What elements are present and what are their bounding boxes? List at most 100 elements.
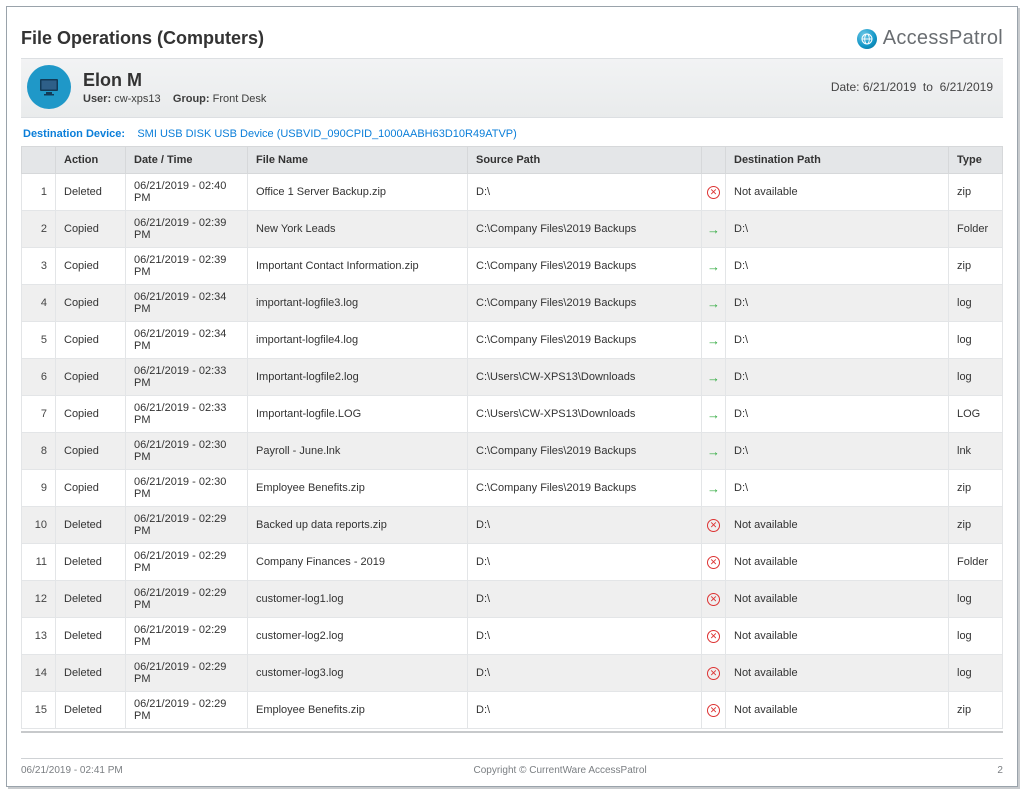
cell-type: zip xyxy=(949,470,1003,507)
cell-datetime: 06/21/2019 - 02:34 PM xyxy=(126,285,248,322)
cell-action: Deleted xyxy=(56,655,126,692)
cell-datetime: 06/21/2019 - 02:33 PM xyxy=(126,396,248,433)
cell-datetime: 06/21/2019 - 02:30 PM xyxy=(126,433,248,470)
deny-icon: ✕ xyxy=(707,519,720,532)
cell-source: C:\Company Files\2019 Backups xyxy=(468,322,702,359)
deny-icon: ✕ xyxy=(707,704,720,717)
cell-source: D:\ xyxy=(468,174,702,211)
cell-source: D:\ xyxy=(468,544,702,581)
cell-filename: Important-logfile.LOG xyxy=(248,396,468,433)
cell-status: → xyxy=(702,359,726,396)
date-prefix: Date: xyxy=(831,80,860,94)
file-operations-table: Action Date / Time File Name Source Path… xyxy=(21,146,1003,729)
table-row: 4Copied06/21/2019 - 02:34 PMimportant-lo… xyxy=(22,285,1003,322)
cell-idx: 5 xyxy=(22,322,56,359)
cell-status: → xyxy=(702,396,726,433)
cell-type: zip xyxy=(949,248,1003,285)
table-row: 8Copied06/21/2019 - 02:30 PMPayroll - Ju… xyxy=(22,433,1003,470)
cell-type: log xyxy=(949,359,1003,396)
cell-filename: New York Leads xyxy=(248,211,468,248)
cell-status: ✕ xyxy=(702,507,726,544)
cell-type: lnk xyxy=(949,433,1003,470)
cell-dest: Not available xyxy=(726,618,949,655)
cell-status: ✕ xyxy=(702,544,726,581)
table-row: 5Copied06/21/2019 - 02:34 PMimportant-lo… xyxy=(22,322,1003,359)
cell-dest: D:\ xyxy=(726,359,949,396)
table-bottom-rule xyxy=(21,731,1003,733)
cell-filename: Important Contact Information.zip xyxy=(248,248,468,285)
cell-idx: 14 xyxy=(22,655,56,692)
cell-idx: 4 xyxy=(22,285,56,322)
cell-datetime: 06/21/2019 - 02:40 PM xyxy=(126,174,248,211)
cell-status: ✕ xyxy=(702,581,726,618)
cell-filename: Important-logfile2.log xyxy=(248,359,468,396)
cell-filename: important-logfile4.log xyxy=(248,322,468,359)
table-row: 9Copied06/21/2019 - 02:30 PMEmployee Ben… xyxy=(22,470,1003,507)
cell-datetime: 06/21/2019 - 02:33 PM xyxy=(126,359,248,396)
monitor-icon xyxy=(27,65,71,109)
cell-source: C:\Users\CW-XPS13\Downloads xyxy=(468,396,702,433)
date-range: Date: 6/21/2019 to 6/21/2019 xyxy=(831,80,993,94)
deny-icon: ✕ xyxy=(707,667,720,680)
arrow-right-icon: → xyxy=(707,333,720,348)
cell-datetime: 06/21/2019 - 02:29 PM xyxy=(126,655,248,692)
group-label: Group: xyxy=(173,93,210,105)
cell-source: D:\ xyxy=(468,618,702,655)
cell-source: C:\Company Files\2019 Backups xyxy=(468,470,702,507)
cell-idx: 2 xyxy=(22,211,56,248)
cell-idx: 10 xyxy=(22,507,56,544)
cell-type: Folder xyxy=(949,211,1003,248)
cell-datetime: 06/21/2019 - 02:30 PM xyxy=(126,470,248,507)
cell-dest: D:\ xyxy=(726,285,949,322)
cell-action: Copied xyxy=(56,396,126,433)
arrow-right-icon: → xyxy=(707,407,720,422)
cell-dest: D:\ xyxy=(726,396,949,433)
cell-datetime: 06/21/2019 - 02:29 PM xyxy=(126,544,248,581)
arrow-right-icon: → xyxy=(707,370,720,385)
cell-datetime: 06/21/2019 - 02:39 PM xyxy=(126,248,248,285)
cell-idx: 13 xyxy=(22,618,56,655)
table-row: 14Deleted06/21/2019 - 02:29 PMcustomer-l… xyxy=(22,655,1003,692)
deny-icon: ✕ xyxy=(707,593,720,606)
cell-status: ✕ xyxy=(702,618,726,655)
cell-dest: Not available xyxy=(726,544,949,581)
cell-dest: D:\ xyxy=(726,433,949,470)
cell-dest: Not available xyxy=(726,174,949,211)
cell-type: zip xyxy=(949,174,1003,211)
cell-filename: important-logfile3.log xyxy=(248,285,468,322)
cell-action: Deleted xyxy=(56,507,126,544)
computer-name: Elon M xyxy=(83,70,266,91)
cell-type: log xyxy=(949,655,1003,692)
arrow-right-icon: → xyxy=(707,481,720,496)
cell-filename: Company Finances - 2019 xyxy=(248,544,468,581)
cell-idx: 8 xyxy=(22,433,56,470)
cell-dest: D:\ xyxy=(726,322,949,359)
table-row: 10Deleted06/21/2019 - 02:29 PMBacked up … xyxy=(22,507,1003,544)
cell-action: Copied xyxy=(56,248,126,285)
cell-filename: Payroll - June.lnk xyxy=(248,433,468,470)
cell-action: Copied xyxy=(56,359,126,396)
cell-dest: D:\ xyxy=(726,248,949,285)
deny-icon: ✕ xyxy=(707,630,720,643)
brand: AccessPatrol xyxy=(857,27,1003,50)
cell-dest: Not available xyxy=(726,692,949,729)
page-title: File Operations (Computers) xyxy=(21,28,264,49)
cell-action: Copied xyxy=(56,322,126,359)
date-from: 6/21/2019 xyxy=(863,80,916,94)
footer-timestamp: 06/21/2019 - 02:41 PM xyxy=(21,765,123,776)
cell-status: → xyxy=(702,248,726,285)
cell-status: ✕ xyxy=(702,174,726,211)
cell-filename: Employee Benefits.zip xyxy=(248,470,468,507)
table-row: 13Deleted06/21/2019 - 02:29 PMcustomer-l… xyxy=(22,618,1003,655)
cell-filename: Employee Benefits.zip xyxy=(248,692,468,729)
arrow-right-icon: → xyxy=(707,259,720,274)
cell-type: log xyxy=(949,285,1003,322)
cell-type: log xyxy=(949,322,1003,359)
cell-source: C:\Company Files\2019 Backups xyxy=(468,211,702,248)
footer-page: 2 xyxy=(997,765,1003,776)
cell-filename: customer-log3.log xyxy=(248,655,468,692)
date-to: 6/21/2019 xyxy=(940,80,993,94)
cell-idx: 1 xyxy=(22,174,56,211)
cell-source: C:\Company Files\2019 Backups xyxy=(468,433,702,470)
arrow-right-icon: → xyxy=(707,222,720,237)
